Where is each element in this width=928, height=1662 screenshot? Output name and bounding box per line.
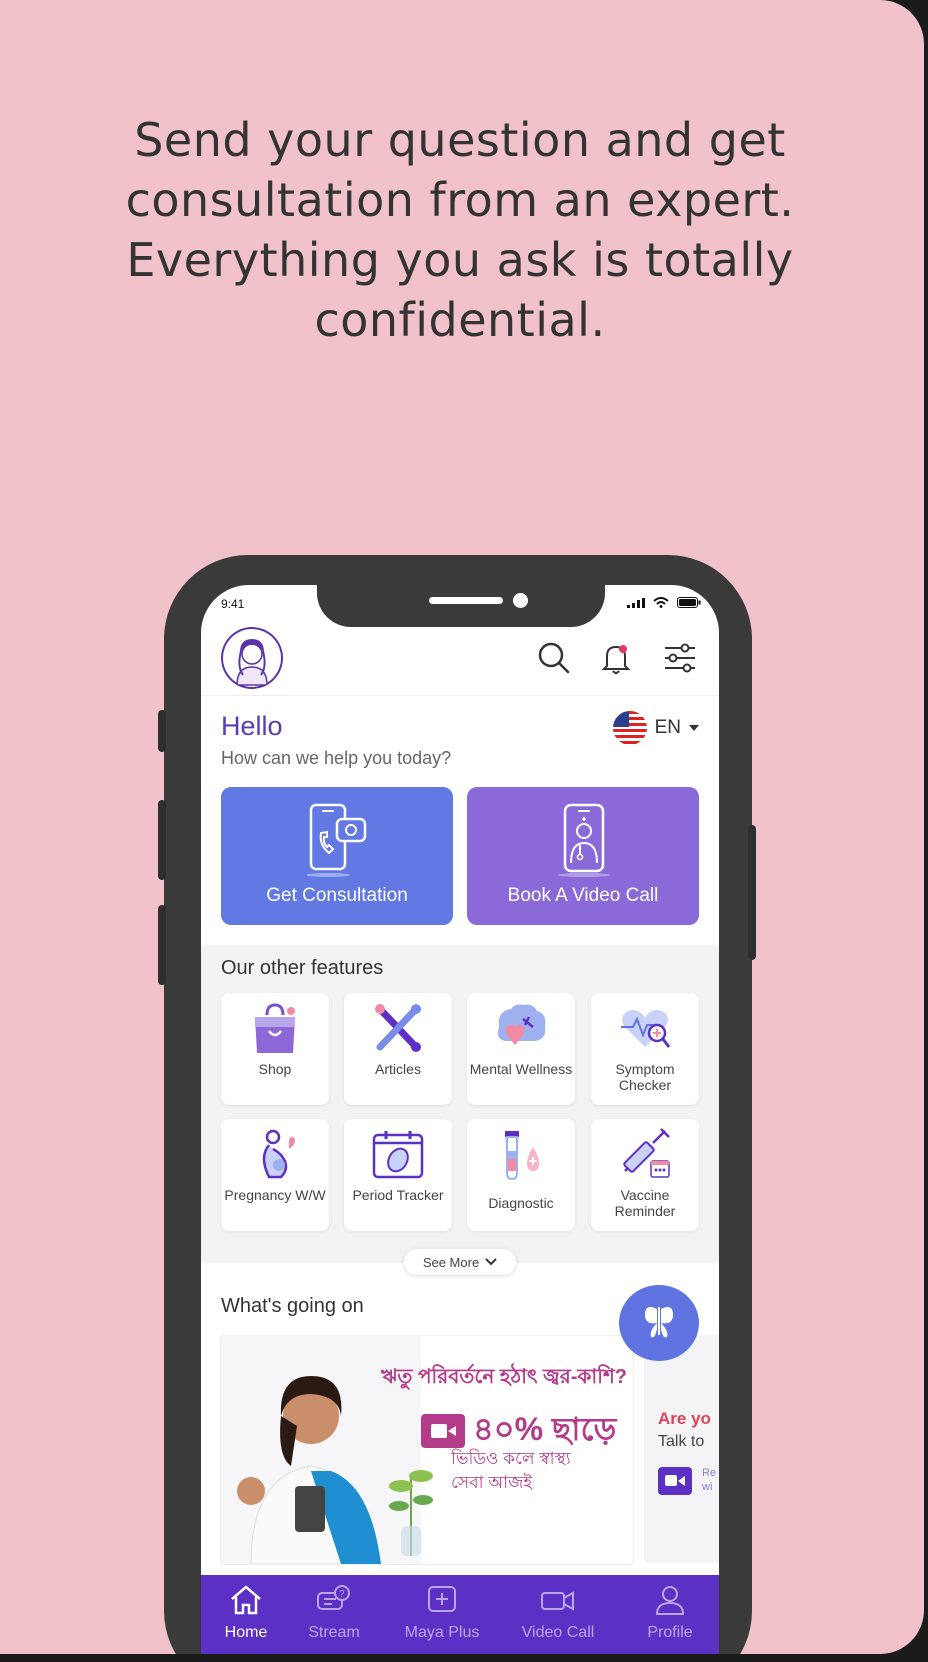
feature-label: Pregnancy W/W	[224, 1187, 326, 1203]
video-camera-icon	[658, 1467, 692, 1495]
doctor-phone-icon	[558, 803, 610, 877]
home-icon	[231, 1585, 261, 1615]
nav-home-label: Home	[224, 1624, 268, 1641]
shopping-bag-icon	[255, 1003, 295, 1053]
feature-label: Diagnostic	[488, 1195, 554, 1211]
see-more-button[interactable]: See More	[404, 1249, 516, 1275]
banner-line-2: সেবা আজই	[451, 1473, 533, 1492]
feature-tile-shop[interactable]: Shop	[221, 993, 329, 1105]
feature-label: Period Tracker	[352, 1187, 444, 1203]
video-camera-icon	[421, 1414, 465, 1448]
features-section: Our other features Shop Articles Mental …	[201, 945, 719, 1263]
phone-mute-button	[158, 710, 166, 752]
get-consultation-button[interactable]: Get Consultation	[221, 787, 453, 925]
bottom-navigation: Home ? Stream Maya Plus Video Call Profi…	[201, 1575, 719, 1654]
nav-stream[interactable]: ? Stream	[289, 1585, 379, 1642]
promo-banner[interactable]: ঋতু পরিবর্তনে হঠাৎ জ্বর-কাশি? ৪০% ছাড়ে …	[220, 1335, 634, 1565]
greeting-title: Hello	[221, 711, 283, 741]
video-camera-icon	[541, 1591, 574, 1611]
syringe-icon	[623, 1128, 670, 1178]
nav-profile[interactable]: Profile	[625, 1585, 715, 1642]
status-icons	[627, 597, 701, 608]
nav-video-call[interactable]: Video Call	[513, 1585, 603, 1642]
status-time: 9:41	[221, 597, 245, 611]
book-video-call-button[interactable]: Book A Video Call	[467, 787, 699, 925]
phone-chat-icon	[307, 803, 367, 877]
battery-icon	[677, 597, 701, 608]
banner2-title: Are yo	[658, 1409, 711, 1428]
get-consultation-label: Get Consultation	[266, 885, 408, 906]
banner-headline: ঋতু পরিবর্তনে হঠাৎ জ্বর-কাশি?	[380, 1366, 627, 1388]
feature-label: Mental Wellness	[469, 1061, 573, 1077]
nav-maya-plus[interactable]: Maya Plus	[397, 1585, 487, 1642]
search-icon[interactable]	[535, 639, 573, 677]
feature-tile-diagnostic[interactable]: Diagnostic	[467, 1119, 575, 1231]
greeting-subtitle: How can we help you today?	[221, 748, 452, 768]
banner2-small-1: Re	[702, 1467, 717, 1479]
feature-label: Articles	[375, 1061, 421, 1077]
butterfly-icon	[645, 1307, 673, 1338]
feature-tile-vaccine-reminder[interactable]: Vaccine Reminder	[591, 1119, 699, 1231]
brain-heart-icon	[497, 1004, 546, 1045]
features-title: Our other features	[221, 957, 384, 979]
banner2-subtitle: Talk to	[658, 1433, 705, 1450]
us-flag-icon	[612, 711, 647, 745]
plus-square-icon	[428, 1586, 456, 1612]
feature-label: Symptom Checker	[615, 1061, 675, 1093]
feature-tile-symptom-checker[interactable]: Symptom Checker	[591, 993, 699, 1105]
feature-tile-pregnancy[interactable]: Pregnancy W/W	[221, 1119, 329, 1231]
signal-icon	[627, 597, 645, 608]
whats-going-on-title: What's going on	[221, 1295, 364, 1317]
language-selector[interactable]: EN	[612, 711, 699, 745]
phone-frame: 9:41 Hello How can we help you today? EN…	[158, 555, 756, 1654]
nav-video-call-label: Video Call	[521, 1624, 595, 1641]
promo-headline: Send your question and get consultation …	[125, 113, 795, 347]
articles-icon	[375, 1004, 421, 1052]
pregnancy-icon	[262, 1129, 295, 1179]
feature-tile-articles[interactable]: Articles	[344, 993, 452, 1105]
front-camera	[513, 593, 528, 608]
nav-profile-label: Profile	[647, 1624, 693, 1641]
test-tube-icon	[505, 1131, 539, 1181]
feature-label: Vaccine Reminder	[614, 1187, 676, 1219]
feature-tile-mental-wellness[interactable]: Mental Wellness	[467, 993, 575, 1105]
woman-avatar-icon	[223, 629, 281, 687]
chevron-down-icon	[485, 1258, 497, 1266]
caret-down-icon	[689, 724, 699, 731]
user-icon	[655, 1586, 685, 1615]
phone-volume-up-button	[158, 800, 166, 880]
feature-label: Shop	[258, 1061, 292, 1077]
app-screen: 9:41 Hello How can we help you today? EN…	[201, 585, 719, 1654]
app-header	[201, 627, 719, 696]
chat-question-icon: ?	[317, 1585, 350, 1610]
nav-maya-plus-label: Maya Plus	[404, 1624, 480, 1641]
nav-stream-label: Stream	[308, 1624, 360, 1641]
language-code: EN	[654, 717, 681, 738]
phone-volume-down-button	[158, 905, 166, 985]
avatar[interactable]	[221, 627, 283, 689]
promo-banner-2[interactable]: Are yo Talk to Re wi	[644, 1335, 719, 1563]
svg-text:?: ?	[339, 1589, 345, 1600]
speaker-grille	[429, 597, 503, 604]
wifi-icon	[653, 597, 669, 608]
filter-sliders-icon[interactable]	[661, 639, 699, 677]
calendar-pad-icon	[372, 1131, 424, 1179]
see-more-label: See More	[422, 1254, 480, 1270]
feature-tile-period-tracker[interactable]: Period Tracker	[344, 1119, 452, 1231]
banner2-small-2: wi	[702, 1481, 713, 1493]
notification-bell-icon[interactable]	[597, 639, 635, 677]
book-video-call-label: Book A Video Call	[507, 885, 659, 906]
phone-power-button	[748, 825, 756, 960]
nav-home[interactable]: Home	[201, 1585, 291, 1642]
heart-magnifier-icon	[621, 1010, 671, 1048]
promo-card: Send your question and get consultation …	[0, 0, 924, 1654]
maya-butterfly-fab[interactable]	[619, 1285, 699, 1361]
phone-notch	[317, 585, 605, 627]
